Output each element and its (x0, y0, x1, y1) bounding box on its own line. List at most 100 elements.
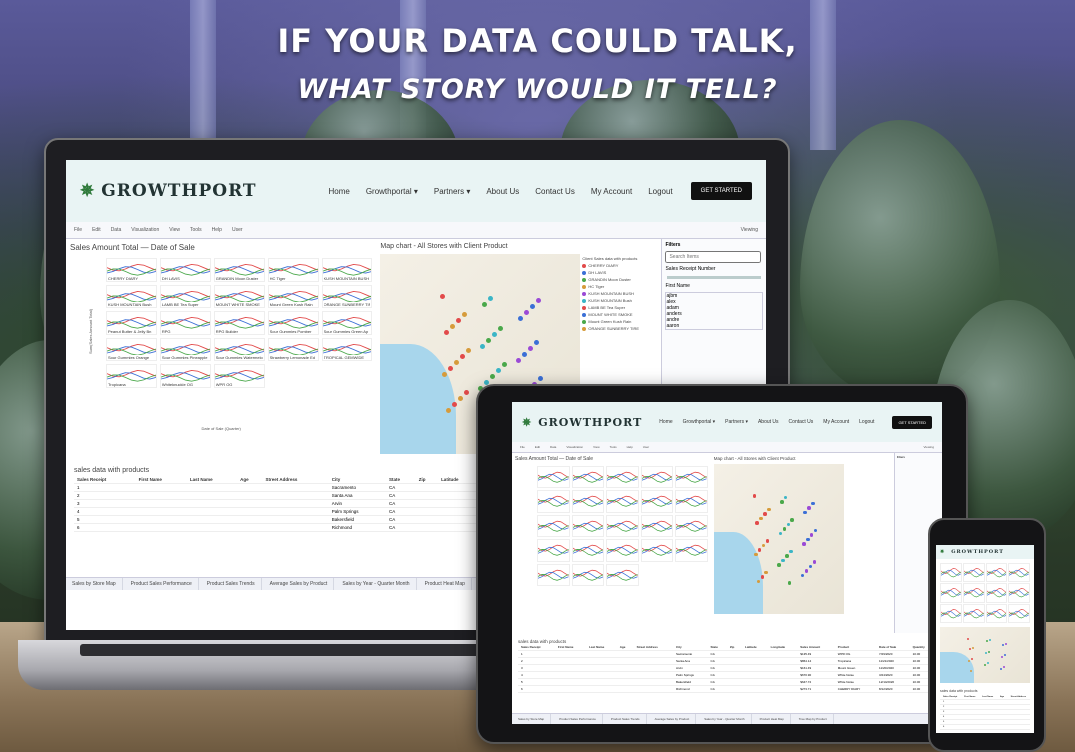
product-sparkline-cell[interactable] (640, 466, 674, 489)
store-marker[interactable] (807, 506, 811, 510)
nav-link[interactable]: About Us (758, 419, 779, 425)
store-marker[interactable] (518, 316, 524, 321)
store-marker[interactable] (780, 500, 784, 504)
store-marker[interactable] (440, 294, 446, 299)
filter-slider[interactable] (667, 276, 761, 279)
nav-link[interactable]: My Account (823, 419, 849, 425)
toolbar-menu-item[interactable]: Edit (92, 227, 101, 233)
product-sparkline-cell[interactable] (537, 490, 570, 513)
store-marker[interactable] (811, 501, 815, 505)
store-marker[interactable] (987, 650, 990, 653)
store-marker[interactable] (450, 324, 456, 329)
nav-link[interactable]: Home (328, 187, 349, 196)
nav-link[interactable]: Contact Us (535, 187, 575, 196)
sheet-tab[interactable]: Product Sales Trends (605, 714, 647, 724)
legend-item[interactable]: GRANDIN Moon Duster (582, 277, 655, 282)
brand-logo[interactable]: ✵ GROWTHPORT (522, 416, 642, 429)
product-sparkline-cell[interactable]: TROPICAL GEMWIDE (321, 337, 373, 362)
store-marker[interactable] (482, 302, 488, 307)
toolbar-menu-item[interactable]: Data (550, 445, 556, 449)
store-marker[interactable] (522, 352, 528, 357)
product-sparkline-cell[interactable] (640, 514, 674, 538)
store-map[interactable] (713, 464, 844, 614)
sheet-tab[interactable]: Average Sales by Product (264, 578, 335, 590)
store-marker[interactable] (984, 663, 987, 666)
product-sparkline-cell[interactable]: Peanut Butter & Jelly Bn (106, 311, 157, 335)
store-marker[interactable] (777, 563, 781, 567)
nav-link[interactable]: Growthportal ▾ (366, 187, 418, 196)
toolbar-menu-item[interactable]: Data (111, 227, 122, 233)
legend-item[interactable]: KUSH MOUNTAIN BUSH (582, 291, 655, 296)
store-marker[interactable] (528, 346, 534, 351)
table-row[interactable]: 6 (940, 724, 1030, 730)
toolbar-menu-item[interactable]: Help (627, 445, 633, 449)
nav-link[interactable]: Partners ▾ (725, 419, 748, 425)
filter-option[interactable]: aaron (666, 323, 762, 329)
sheet-tab[interactable]: Tree Map by Product (793, 714, 834, 724)
column-header[interactable]: Zip (415, 476, 439, 484)
store-marker[interactable] (490, 374, 496, 379)
product-sparkline-cell[interactable] (537, 514, 570, 538)
product-sparkline-cell[interactable] (537, 539, 570, 562)
product-sparkline-cell[interactable] (571, 563, 605, 586)
legend-item[interactable]: LAMB BE Tea Super (582, 305, 655, 310)
store-marker[interactable] (787, 581, 792, 585)
product-sparkline-cell[interactable] (1008, 563, 1030, 583)
product-sparkline-cell[interactable] (606, 466, 639, 489)
nav-link[interactable]: About Us (486, 187, 519, 196)
product-sparkline-cell[interactable]: ORANGE SUNBERRY TIRE (321, 284, 373, 309)
product-sparkline-cell[interactable] (675, 514, 708, 538)
store-marker[interactable] (809, 533, 814, 537)
store-marker[interactable] (985, 640, 988, 643)
store-marker[interactable] (486, 338, 492, 343)
product-sparkline-cell[interactable] (985, 563, 1008, 583)
store-marker[interactable] (988, 638, 991, 641)
store-marker[interactable] (452, 402, 458, 407)
product-sparkline-cell[interactable] (1008, 583, 1030, 603)
store-marker[interactable] (1001, 656, 1004, 659)
product-sparkline-cell[interactable] (640, 490, 674, 513)
sheet-tab[interactable]: Product Sales Trends (201, 578, 262, 590)
product-sparkline-cell[interactable] (675, 466, 708, 489)
store-marker[interactable] (1000, 667, 1003, 670)
table-row[interactable]: 6RichmondCA$273.71CHERRY DIARY8/12/20201… (518, 685, 936, 693)
store-marker[interactable] (800, 573, 805, 577)
store-marker[interactable] (985, 652, 987, 655)
store-marker[interactable] (765, 539, 770, 543)
product-sparkline-cell[interactable]: Sour Gummies Green Ap (321, 311, 373, 335)
product-sparkline-cell[interactable]: CHERRY DIARY (106, 258, 157, 282)
store-marker[interactable] (767, 507, 771, 511)
product-sparkline-cell[interactable]: Sour Gummies Pomber (267, 311, 319, 335)
store-marker[interactable] (502, 362, 508, 367)
sheet-tab[interactable]: Product Sales Performance (553, 714, 603, 724)
store-marker[interactable] (464, 390, 470, 395)
store-marker[interactable] (1003, 654, 1006, 657)
store-marker[interactable] (968, 648, 971, 651)
toolbar-menu-item[interactable]: User (232, 227, 243, 233)
table-row[interactable]: 4 Palm SpringsCA $670.90White Noise3/24/20… (518, 671, 936, 679)
store-marker[interactable] (498, 326, 504, 331)
brand-logo[interactable]: ✵ GROWTHPORT (940, 549, 1004, 555)
column-header[interactable]: Latitude (438, 476, 480, 484)
store-marker[interactable] (448, 366, 454, 371)
store-marker[interactable] (516, 358, 522, 363)
product-sparkline-cell[interactable] (985, 583, 1008, 603)
sheet-tab[interactable]: Product Heat Map (419, 578, 472, 590)
product-sparkline-cell[interactable]: DH LAVIS (159, 258, 211, 282)
store-marker[interactable] (971, 646, 974, 649)
product-sparkline-cell[interactable] (571, 466, 605, 489)
nav-link[interactable]: Growthportal ▾ (683, 419, 716, 425)
store-marker[interactable] (480, 344, 486, 349)
store-marker[interactable] (460, 354, 466, 359)
store-marker[interactable] (760, 575, 765, 579)
filter-options-list[interactable]: ajbm alex adam anders andre aaron (665, 292, 763, 330)
product-sparkline-cell[interactable] (606, 514, 639, 538)
store-marker[interactable] (1004, 642, 1007, 645)
toolbar-menu-item[interactable]: Visualization (131, 227, 159, 233)
product-sparkline-cell[interactable]: RPG Builder (213, 311, 265, 335)
store-marker[interactable] (444, 330, 450, 335)
store-marker[interactable] (752, 494, 757, 498)
store-marker[interactable] (759, 516, 763, 520)
sheet-tab[interactable]: Product Sales Performance (125, 578, 199, 590)
column-header[interactable]: First Name (135, 476, 187, 484)
